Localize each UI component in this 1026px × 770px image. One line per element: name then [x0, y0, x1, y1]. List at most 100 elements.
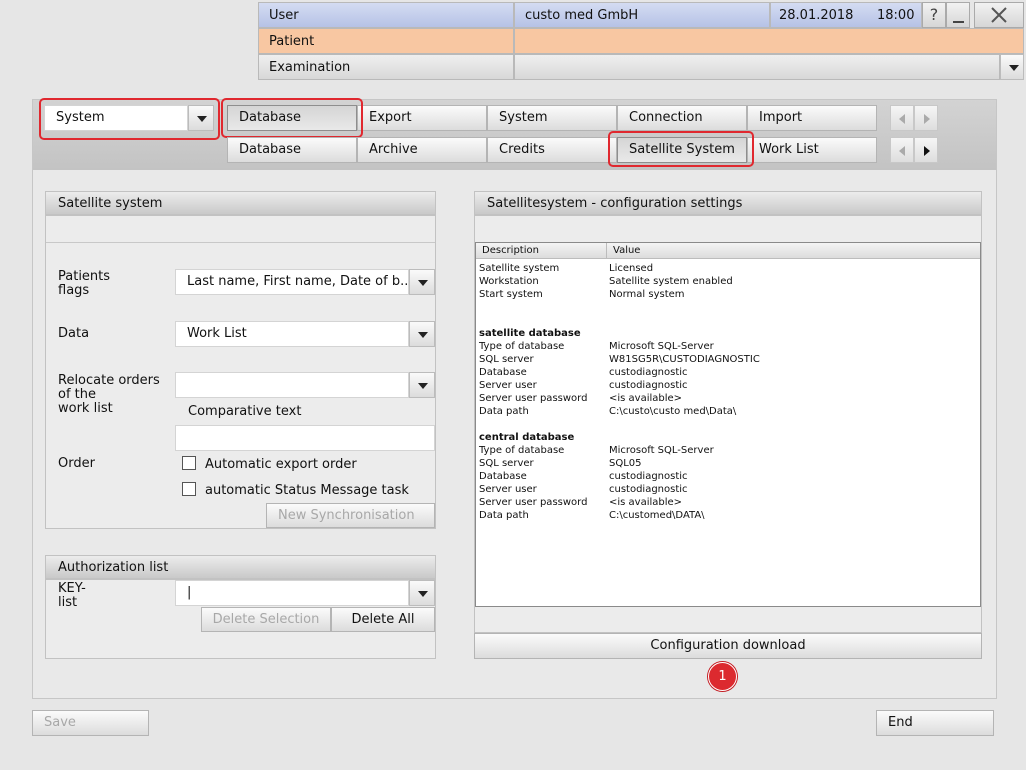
tab-connection[interactable]: Connection — [617, 105, 747, 131]
end-button[interactable]: End — [876, 710, 994, 736]
config-row: Database custodiagnostic — [479, 366, 979, 379]
subtab-credits[interactable]: Credits — [487, 137, 617, 163]
config-row: Server user password <is available> — [479, 496, 979, 509]
config-row-description: Database — [479, 471, 527, 482]
examination-select[interactable] — [514, 54, 1000, 80]
config-row: Start system Normal system — [479, 288, 979, 301]
config-row-description: Data path — [479, 406, 529, 417]
config-row-description: Satellite system — [479, 263, 560, 274]
auto-export-label: Automatic export order — [205, 457, 357, 472]
configuration-download-button[interactable]: Configuration download — [474, 633, 982, 659]
order-label: Order — [58, 456, 95, 471]
config-table-header: Description Value — [476, 243, 980, 259]
config-row-value: custodiagnostic — [609, 471, 688, 482]
tab-export[interactable]: Export — [357, 105, 487, 131]
config-row-description: Start system — [479, 289, 543, 300]
tab-import[interactable]: Import — [747, 105, 877, 131]
subtab-work-list[interactable]: Work List — [747, 137, 877, 163]
config-row-value: custodiagnostic — [609, 380, 688, 391]
relocate-orders-select[interactable] — [175, 372, 409, 398]
config-row-description: Data path — [479, 510, 529, 521]
data-label: Data — [58, 326, 90, 341]
comparative-text-label: Comparative text — [188, 404, 302, 419]
config-row-description: central database — [479, 432, 575, 443]
config-row-value: C:\customed\DATA\ — [609, 510, 705, 521]
config-row-value: custodiagnostic — [609, 484, 688, 495]
patients-flags-dropdown-icon[interactable] — [409, 269, 435, 295]
config-row-description: satellite database — [479, 328, 581, 339]
config-row-value: Microsoft SQL-Server — [609, 445, 714, 456]
config-row-description: Type of database — [479, 445, 565, 456]
config-row-value: SQL05 — [609, 458, 642, 469]
examination-label: Examination — [258, 54, 514, 80]
time-text: 18:00 — [877, 8, 915, 23]
key-list-label: KEY- list — [58, 581, 86, 610]
highlight-satellite-tab — [608, 131, 754, 167]
config-row-description: Server user — [479, 484, 537, 495]
config-row-description: Type of database — [479, 341, 565, 352]
config-row: Server user custodiagnostic — [479, 379, 979, 392]
config-row — [479, 314, 979, 327]
highlight-category — [39, 98, 220, 140]
delete-selection-button[interactable]: Delete Selection — [201, 607, 331, 632]
help-icon[interactable]: ? — [922, 2, 946, 28]
config-row: Server user custodiagnostic — [479, 483, 979, 496]
comparative-text-input[interactable] — [175, 425, 435, 451]
auto-status-checkbox[interactable] — [182, 482, 196, 496]
examination-dropdown-icon[interactable] — [1000, 54, 1024, 80]
config-row-description: SQL server — [479, 354, 534, 365]
relocate-orders-label: Relocate orders of the work list — [58, 373, 160, 416]
data-select[interactable]: Work List — [175, 321, 409, 347]
patients-flags-select[interactable]: Last name, First name, Date of b... — [175, 269, 409, 295]
subtab-database[interactable]: Database — [227, 137, 357, 163]
tabs-row1-right-arrow-icon[interactable] — [914, 105, 938, 131]
annotation-marker: 1 — [708, 662, 737, 691]
save-button[interactable]: Save — [32, 710, 149, 736]
patients-flags-label: Patients flags — [58, 269, 111, 298]
auto-status-label: automatic Status Message task — [205, 483, 409, 498]
tab-system[interactable]: System — [487, 105, 617, 131]
relocate-orders-dropdown-icon[interactable] — [409, 372, 435, 398]
key-list-dropdown-icon[interactable] — [409, 580, 435, 606]
tabs-row1-left-arrow-icon[interactable] — [890, 105, 914, 131]
config-row: central database — [479, 431, 979, 444]
config-row: Workstation Satellite system enabled — [479, 275, 979, 288]
new-synchronisation-button[interactable]: New Synchronisation — [266, 503, 435, 528]
config-table[interactable]: Description Value Satellite system Licens… — [475, 242, 981, 607]
date-time: 28.01.2018 18:00 — [770, 2, 922, 28]
config-row-description: Server user password — [479, 393, 588, 404]
close-icon[interactable] — [974, 2, 1024, 28]
config-row: Database custodiagnostic — [479, 470, 979, 483]
config-row: Satellite system Licensed — [479, 262, 979, 275]
config-row — [479, 418, 979, 431]
config-row-value: Microsoft SQL-Server — [609, 341, 714, 352]
config-row: SQL server SQL05 — [479, 457, 979, 470]
config-row: Type of database Microsoft SQL-Server — [479, 340, 979, 353]
minimize-icon[interactable] — [946, 2, 970, 28]
config-row-value: <is available> — [609, 497, 683, 508]
company-name: custo med GmbH — [514, 2, 770, 28]
delete-all-button[interactable]: Delete All — [331, 607, 435, 632]
authorization-panel-title: Authorization list — [45, 555, 436, 579]
key-list-select[interactable]: | — [175, 580, 409, 606]
tabs-row2-right-arrow-icon[interactable] — [914, 137, 938, 163]
patient-label: Patient — [258, 28, 514, 54]
config-row-value: Licensed — [609, 263, 654, 274]
col-description-header: Description — [482, 245, 539, 256]
tabs-row2-left-arrow-icon[interactable] — [890, 137, 914, 163]
auto-export-checkbox[interactable] — [182, 456, 196, 470]
user-label: User — [258, 2, 514, 28]
data-dropdown-icon[interactable] — [409, 321, 435, 347]
config-row-value: W81SG5R\CUSTODIAGNOSTIC — [609, 354, 760, 365]
patient-field[interactable] — [514, 28, 1024, 54]
date-text: 28.01.2018 — [779, 8, 854, 23]
config-row: satellite database — [479, 327, 979, 340]
config-row-value: C:\custo\custo med\Data\ — [609, 406, 737, 417]
subtab-archive[interactable]: Archive — [357, 137, 487, 163]
highlight-database-tab — [221, 98, 363, 138]
config-rows: Satellite system Licensed Workstation Satel… — [479, 262, 979, 522]
config-row-description: Workstation — [479, 276, 539, 287]
config-row-description: Database — [479, 367, 527, 378]
config-row: Type of database Microsoft SQL-Server — [479, 444, 979, 457]
config-row-value: custodiagnostic — [609, 367, 688, 378]
